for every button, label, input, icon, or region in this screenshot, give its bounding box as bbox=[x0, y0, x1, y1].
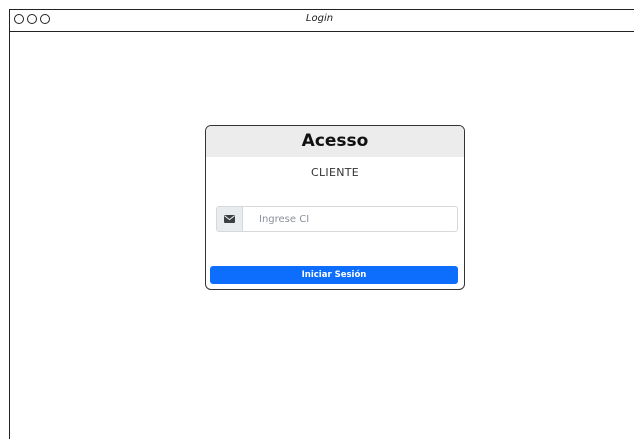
ci-input-group bbox=[216, 206, 458, 232]
login-card: Acesso CLIENTE Iniciar Sesión bbox=[205, 125, 465, 290]
window-title: Login bbox=[305, 13, 334, 24]
card-subtitle: CLIENTE bbox=[310, 166, 359, 179]
ci-input[interactable] bbox=[243, 207, 457, 231]
card-heading: Acesso bbox=[206, 126, 464, 157]
window-titlebar: Login bbox=[10, 10, 634, 32]
browser-window: Login Acesso CLIENTE Iniciar Sesión bbox=[9, 9, 634, 439]
login-button[interactable]: Iniciar Sesión bbox=[210, 266, 458, 284]
envelope-icon bbox=[217, 207, 243, 231]
